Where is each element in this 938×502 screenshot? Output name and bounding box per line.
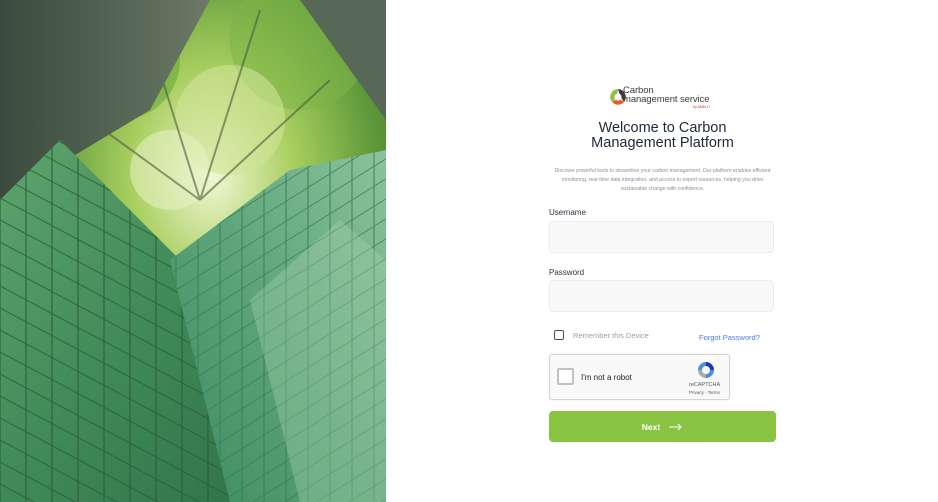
logo-text: Carbon management service [623, 86, 710, 105]
page-description: Discover powerful tools to streamline yo… [554, 168, 771, 192]
recaptcha-checkbox[interactable] [557, 368, 574, 385]
username-label: Username [549, 208, 586, 217]
page-title: Welcome to Carbon Management Platform [549, 121, 776, 151]
remember-device[interactable]: Remember this Device [554, 330, 649, 340]
recaptcha-widget: I'm not a robot reCAPTCHA Privacy - Term… [549, 354, 730, 400]
next-button[interactable]: Next [549, 411, 776, 442]
password-input[interactable] [549, 280, 774, 312]
recaptcha-links[interactable]: Privacy - Terms [689, 390, 720, 395]
password-label: Password [549, 268, 585, 277]
title-line-1: Welcome to Carbon [598, 120, 727, 136]
logo-line-2: management service [623, 94, 710, 105]
recaptcha-brand: reCAPTCHA [689, 382, 721, 388]
hero-image [0, 0, 386, 502]
arrow-right-icon [669, 423, 682, 430]
logo-sub: by AMELIT [693, 105, 711, 109]
login-page: Carbon management service by AMELIT Welc… [0, 0, 938, 502]
username-input[interactable] [549, 221, 774, 253]
forgot-password-link[interactable]: Forgot Password? [699, 333, 760, 342]
recaptcha-label: I'm not a robot [581, 373, 632, 382]
remember-checkbox[interactable] [554, 330, 564, 340]
title-line-2: Management Platform [591, 135, 734, 151]
next-button-label: Next [641, 421, 661, 432]
hero-photo-illustration [0, 0, 386, 502]
recaptcha-logo-icon [698, 362, 714, 378]
remember-label: Remember this Device [573, 330, 649, 340]
brand-logo: Carbon management service by AMELIT [608, 86, 718, 112]
